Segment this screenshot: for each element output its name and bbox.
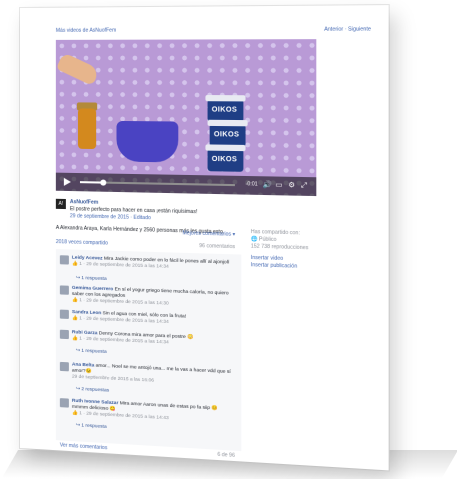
comment: Ana Belta amor... Noel se me antojó una.… (59, 361, 235, 394)
comments-list: Leidy Acevez Mira Jackie como poder en l… (55, 249, 242, 452)
comments-count: 96 comentarios (199, 243, 236, 251)
avatar[interactable] (59, 398, 69, 408)
comment-meta: 29 de septiembre de 2015 a las 16:06 (71, 374, 155, 384)
hand-image (55, 52, 101, 86)
shares-count[interactable]: 2018 veces compartido (56, 239, 108, 247)
comment: Rubi Garza Denny Corona mira amor para e… (59, 329, 235, 355)
replies-link[interactable]: ↪ 1 respuesta (76, 276, 107, 283)
avatar[interactable] (59, 255, 69, 265)
post-info: A! AsNuofFem El postre perfecto para hac… (55, 198, 241, 250)
avatar[interactable] (59, 285, 69, 295)
seek-bar[interactable] (79, 179, 235, 187)
comment: Sandra Leon Sin el agua con miel, sólo c… (59, 309, 235, 325)
comment-text: amor... Noel se me antojó una... me la v… (71, 363, 231, 376)
fullscreen-icon[interactable]: ⤢ (301, 182, 309, 189)
video-controls: -0:01 🔊 ▭ ⚙ ⤢ (55, 172, 317, 197)
yogurt-cup: OIKOS (205, 95, 246, 123)
hd-icon[interactable]: ▭ (275, 182, 283, 189)
comment-author[interactable]: Rubi Garza (72, 330, 98, 336)
replies-link[interactable]: ↪ 1 respuesta (76, 349, 107, 356)
comment-sort-dropdown[interactable]: Mejores comentarios ▾ (182, 230, 235, 238)
honey-jar (77, 108, 97, 150)
comments-pagination: 6 de 96 (217, 451, 235, 460)
replies-link[interactable]: ↪ 2 respuestas (76, 387, 109, 395)
page-avatar[interactable]: A! (55, 198, 66, 210)
page-name[interactable]: AsNuofFem (70, 199, 98, 206)
comment-meta: 👍 1 · 29 de septiembre de 2015 a las 14:… (71, 297, 169, 307)
time-remaining: -0:01 (245, 181, 258, 188)
avatar[interactable] (59, 309, 69, 319)
view-more-comments-link[interactable]: Ver más comentarios (60, 442, 107, 451)
top-bar: Más videos de AsNuofFem Anterior · Sigui… (56, 26, 371, 34)
right-sidebar: Has compartido con: 🌐 Público 152 738 re… (251, 229, 326, 272)
comment: Ruth Ivonne Salazar Mira amor Aaron unas… (59, 398, 235, 430)
play-icon[interactable] (63, 177, 71, 187)
seek-handle[interactable] (99, 179, 106, 186)
comment: Gemima Guerrero En sí el yogur griego ti… (59, 285, 235, 307)
blue-bowl (116, 120, 179, 163)
comment-author[interactable]: Ana Belta (72, 362, 94, 368)
replies-link[interactable]: ↪ 1 respuesta (76, 423, 107, 431)
yogurt-cup: OIKOS (205, 144, 246, 172)
settings-icon[interactable]: ⚙ (288, 182, 296, 189)
insert-post-link[interactable]: Insertar publicación (251, 262, 326, 272)
yogurt-cup: OIKOS (207, 119, 248, 148)
comment-author[interactable]: Leidy Acevez (72, 256, 103, 262)
post-date[interactable]: 29 de septiembre de 2015 · Editado (70, 213, 151, 222)
prev-next-links[interactable]: Anterior · Siguiente (324, 26, 371, 33)
facebook-video-page: Más videos de AsNuofFem Anterior · Sigui… (20, 5, 389, 471)
more-videos-link[interactable]: Más videos de AsNuofFem (56, 28, 116, 34)
avatar[interactable] (59, 329, 69, 340)
avatar[interactable] (59, 361, 69, 372)
video-player[interactable]: OIKOS OIKOS OIKOS -0:01 🔊 ▭ ⚙ ⤢ (55, 39, 317, 197)
comment: Leidy Acevez Mira Jackie como poder en l… (59, 255, 235, 282)
volume-icon[interactable]: 🔊 (263, 181, 272, 188)
